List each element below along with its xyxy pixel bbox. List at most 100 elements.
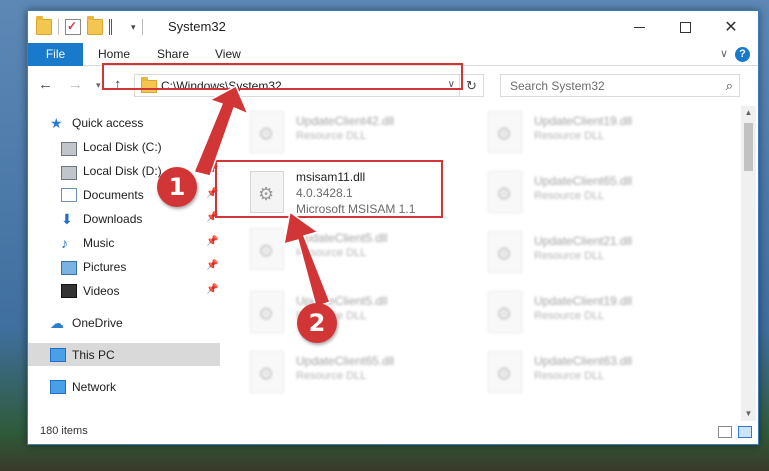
sidebar-item-videos[interactable]: Videos 📌 [28,279,220,302]
close-icon: ✕ [724,19,738,36]
recent-locations-icon[interactable]: ▾ [96,80,101,91]
dll-file-icon [488,351,522,393]
maximize-icon [679,21,691,33]
item-count: 180 items [40,425,88,437]
search-input[interactable]: Search System32 ⌕ [500,74,740,97]
sidebar-item-local-disk-c[interactable]: Local Disk (C:) 📌 [28,135,220,158]
sidebar-item-downloads[interactable]: ⬇ Downloads 📌 [28,207,220,230]
file-type: Resource DLL [296,130,367,142]
customize-toolbar-icon[interactable]: ▾ [131,22,136,33]
dll-file-icon [250,228,284,270]
pin-icon[interactable]: 📌 [206,260,218,271]
pin-icon[interactable]: 📌 [206,284,218,295]
drive-icon [61,141,77,156]
scroll-down-icon[interactable]: ▼ [741,407,756,421]
file-item[interactable]: UpdateClient65.dll Resource DLL [466,169,696,219]
sidebar-item-music[interactable]: ♪ Music 📌 [28,231,220,254]
computer-icon [50,348,66,362]
back-arrow-icon[interactable]: ← [38,76,53,93]
file-type: Resource DLL [534,370,605,382]
file-type: Resource DLL [534,250,605,262]
minimize-button[interactable] [616,11,662,43]
file-item[interactable]: UpdateClient21.dll Resource DLL [466,229,696,279]
forward-arrow-icon[interactable]: → [68,76,83,93]
details-view-icon[interactable] [718,426,732,438]
maximize-button[interactable] [662,11,708,43]
sidebar-item-label: Downloads [83,211,143,226]
pin-icon[interactable]: 📌 [206,140,218,151]
sidebar-item-label: Local Disk (C:) [83,139,162,154]
address-highlight-box [102,63,463,90]
dll-file-icon [488,111,522,153]
large-icons-view-icon[interactable] [738,426,752,438]
view-toggle-icon[interactable] [109,19,125,35]
sidebar-item-label: Local Disk (D:) [83,163,162,178]
file-name: UpdateClient5.dll [296,231,388,245]
sidebar-item-label: Videos [83,283,120,298]
file-name: UpdateClient19.dll [534,294,633,308]
expand-ribbon-icon[interactable]: ∨ [720,47,728,60]
close-button[interactable]: ✕ [708,11,754,43]
file-name: UpdateClient65.dll [534,174,633,188]
navigation-pane: ★ Quick access Local Disk (C:) 📌 Local D… [28,109,220,409]
scroll-thumb[interactable] [744,123,753,171]
sidebar-item-label: OneDrive [72,315,123,330]
toolbar-separator [141,19,143,35]
tab-file[interactable]: File [28,43,83,66]
file-item[interactable]: UpdateClient63.dll Resource DLL [466,349,696,399]
file-type: Resource DLL [534,190,605,202]
star-icon: ★ [50,114,63,131]
dll-file-icon [250,351,284,393]
sidebar-item-pictures[interactable]: Pictures 📌 [28,255,220,278]
file-highlight-box [215,160,443,218]
folder-icon[interactable] [36,16,52,35]
title-bar: ▾ System32 ✕ [28,11,758,43]
quick-access-toolbar: ▾ [36,16,143,35]
file-item[interactable]: UpdateClient19.dll Resource DLL [466,289,696,339]
file-item[interactable]: UpdateClient5.dll Resource DLL [228,289,458,339]
file-name: UpdateClient65.dll [296,354,395,368]
properties-icon[interactable] [65,19,81,35]
sidebar-item-label: Pictures [83,259,127,274]
file-type: Resource DLL [296,370,367,382]
file-item[interactable]: UpdateClient5.dll Resource DLL [228,226,458,276]
vertical-scrollbar[interactable]: ▲ ▼ [741,106,756,421]
file-item[interactable]: UpdateClient42.dll Resource DLL [228,109,458,159]
network-icon [50,380,66,394]
sidebar-item-label: Network [72,379,117,394]
search-icon[interactable]: ⌕ [726,78,733,94]
sidebar-item-label: Documents [83,187,144,202]
help-icon[interactable]: ? [735,47,750,62]
file-item[interactable]: UpdateClient19.dll Resource DLL [466,109,696,159]
dll-file-icon [250,111,284,153]
search-placeholder: Search System32 [510,79,605,93]
sidebar-item-this-pc[interactable]: This PC [28,343,220,366]
scroll-up-icon[interactable]: ▲ [741,106,756,120]
new-folder-icon[interactable] [87,16,103,35]
file-name: UpdateClient19.dll [534,114,633,128]
sidebar-item-network[interactable]: Network [28,375,220,398]
file-type: Resource DLL [296,247,367,259]
file-item[interactable]: UpdateClient65.dll Resource DLL [228,349,458,399]
step-2-badge: 2 [297,303,337,343]
sidebar-item-onedrive[interactable]: ☁ OneDrive [28,311,220,334]
minimize-icon [633,26,645,28]
sidebar-item-label: Quick access [72,115,144,130]
cloud-icon: ☁ [50,314,64,331]
drive-icon [61,165,77,180]
file-name: UpdateClient42.dll [296,114,395,128]
file-name: UpdateClient21.dll [534,234,633,248]
file-type: Resource DLL [534,310,605,322]
dll-file-icon [488,171,522,213]
toolbar-separator [58,19,59,35]
step-1-badge: 1 [157,167,197,207]
window-title: System32 [168,19,226,34]
pictures-icon [61,260,77,275]
dll-file-icon [488,231,522,273]
download-icon: ⬇ [61,210,73,227]
status-bar: 180 items [28,420,758,444]
sidebar-item-quick-access[interactable]: ★ Quick access [28,111,220,134]
file-list: UpdateClient42.dll Resource DLL UpdateCl… [228,109,740,409]
pin-icon[interactable]: 📌 [206,236,218,247]
file-type: Resource DLL [534,130,605,142]
